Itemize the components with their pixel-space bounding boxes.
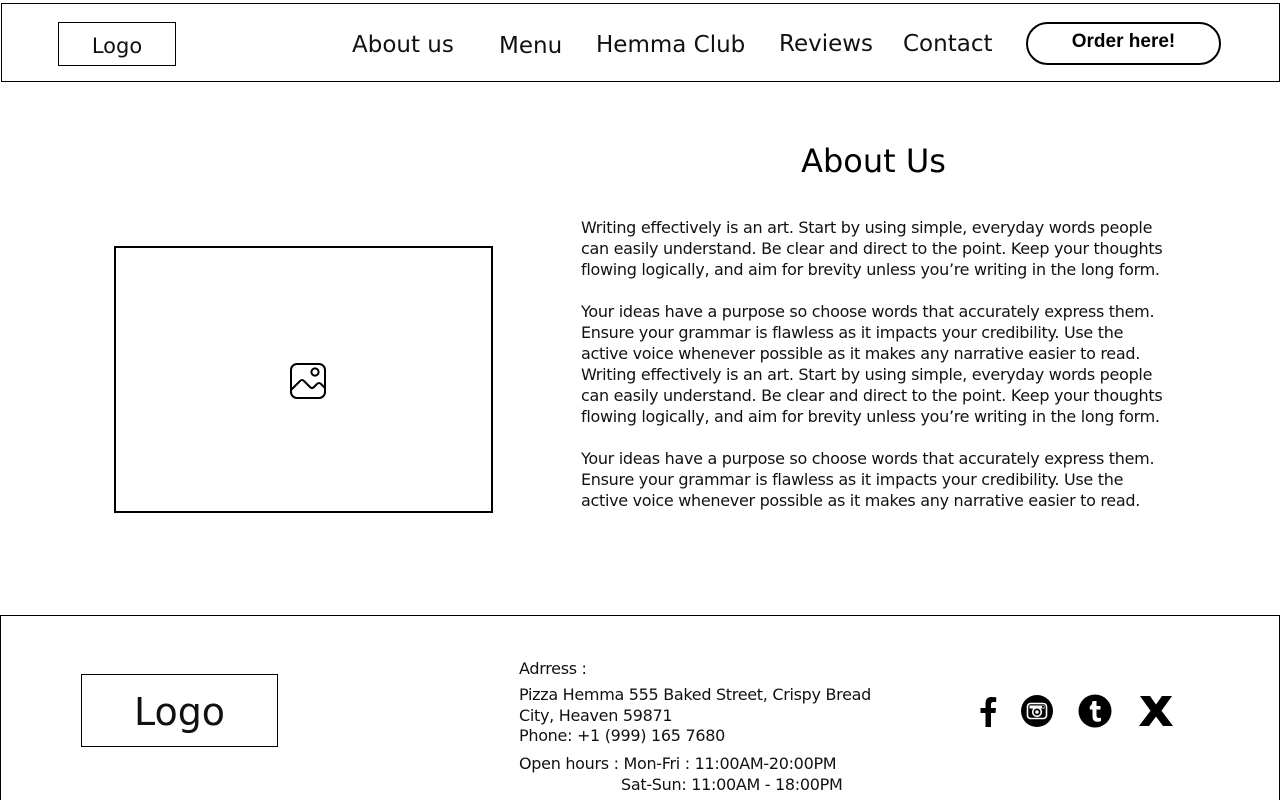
nav-menu[interactable]: Menu: [499, 32, 562, 60]
nav-reviews[interactable]: Reviews: [779, 30, 873, 58]
hours-weekday: Open hours : Mon-Fri : 11:00AM-20:00PM: [519, 754, 837, 773]
about-paragraph: Writing effectively is an art. Start by …: [581, 365, 1163, 426]
footer-contact-info: Adrress : Pizza Hemma 555 Baked Street, …: [519, 658, 939, 795]
nav-about-us[interactable]: About us: [352, 31, 454, 59]
nav-contact[interactable]: Contact: [903, 30, 992, 58]
address-label: Adrress :: [519, 659, 587, 678]
about-paragraph: Writing effectively is an art. Start by …: [581, 218, 1163, 279]
x-icon[interactable]: [1137, 693, 1175, 729]
instagram-icon[interactable]: [1019, 693, 1055, 729]
address-text: Pizza Hemma 555 Baked Street, Crispy Bre…: [519, 685, 871, 725]
about-paragraph: Your ideas have a purpose so choose word…: [581, 449, 1155, 510]
about-image-placeholder: [114, 246, 493, 513]
order-here-button[interactable]: Order here!: [1026, 22, 1221, 65]
image-icon: [289, 362, 326, 399]
about-text: Writing effectively is an art. Start by …: [581, 217, 1173, 511]
phone-text: Phone: +1 (999) 165 7680: [519, 726, 725, 745]
site-header: Logo About us Menu Hemma Club Reviews Co…: [1, 3, 1280, 82]
header-logo[interactable]: Logo: [58, 22, 176, 66]
site-footer: Logo Adrress : Pizza Hemma 555 Baked Str…: [0, 615, 1280, 800]
about-title: About Us: [801, 142, 946, 180]
about-paragraph: Your ideas have a purpose so choose word…: [581, 302, 1155, 363]
hours-weekend: Sat-Sun: 11:00AM - 18:00PM: [621, 775, 843, 794]
facebook-icon[interactable]: [974, 693, 1002, 729]
nav-hemma-club[interactable]: Hemma Club: [596, 31, 745, 59]
footer-logo[interactable]: Logo: [81, 674, 278, 747]
tumblr-icon[interactable]: [1076, 693, 1114, 729]
